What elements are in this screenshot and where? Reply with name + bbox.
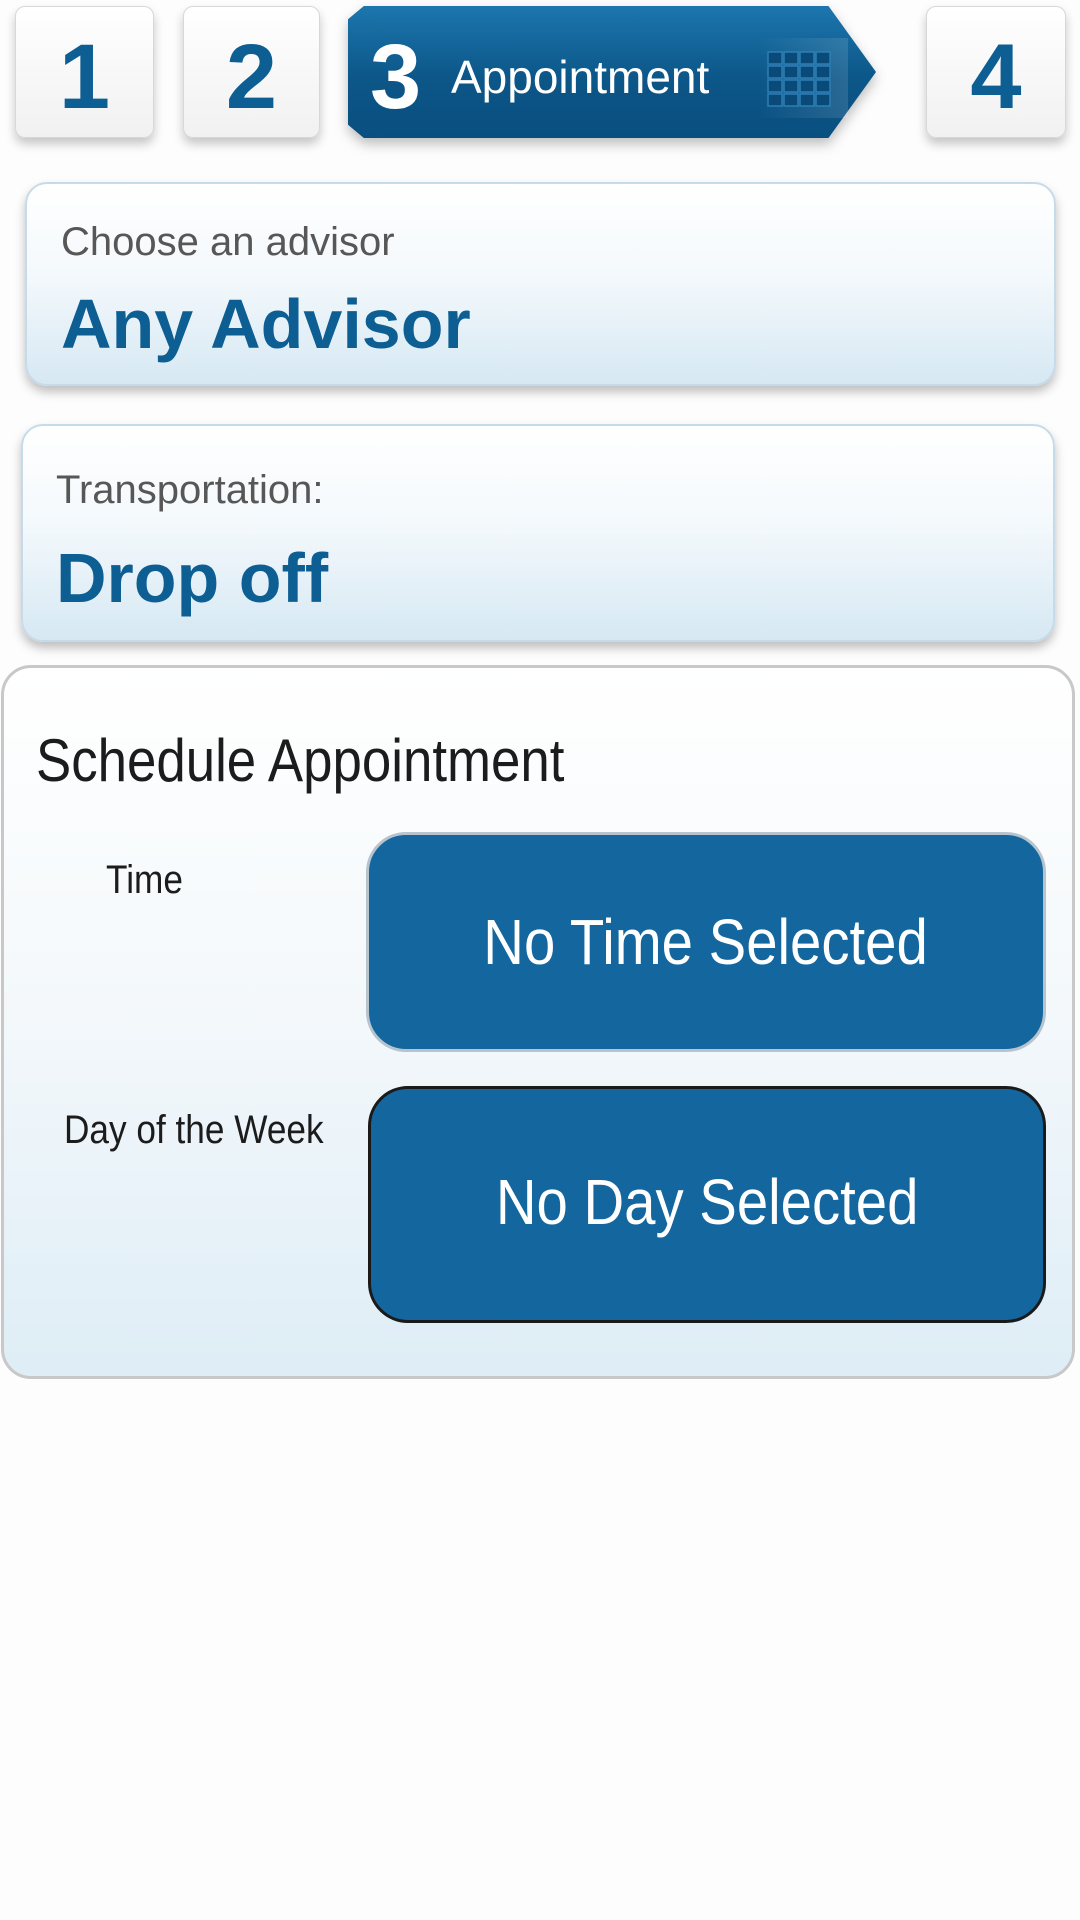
time-select-value: No Time Selected <box>483 906 929 978</box>
step-indicator: 1 2 3 Appointment 4 <box>0 0 1080 160</box>
time-select-button[interactable]: No Time Selected <box>366 832 1046 1052</box>
step-2-button[interactable]: 2 <box>183 6 320 138</box>
transportation-selector[interactable]: Transportation: Drop off <box>21 424 1055 642</box>
advisor-label: Choose an advisor <box>61 220 395 264</box>
step-3-number: 3 <box>370 26 422 128</box>
transportation-value: Drop off <box>56 539 329 617</box>
day-of-week-label: Day of the Week <box>64 1108 324 1152</box>
calendar-icon <box>758 38 848 118</box>
step-3-active-button[interactable]: 3 Appointment <box>348 6 876 138</box>
step-3-label: Appointment <box>451 51 710 103</box>
step-1-button[interactable]: 1 <box>15 6 154 138</box>
day-select-value: No Day Selected <box>495 1166 919 1238</box>
transportation-label: Transportation: <box>56 468 324 512</box>
schedule-appointment-panel: Schedule Appointment Time No Time Select… <box>1 665 1075 1379</box>
day-select-button[interactable]: No Day Selected <box>368 1086 1046 1323</box>
advisor-selector[interactable]: Choose an advisor Any Advisor <box>25 182 1056 386</box>
schedule-title: Schedule Appointment <box>36 727 565 794</box>
advisor-value: Any Advisor <box>61 285 471 363</box>
step-4-button[interactable]: 4 <box>926 6 1066 138</box>
time-label: Time <box>106 858 183 902</box>
